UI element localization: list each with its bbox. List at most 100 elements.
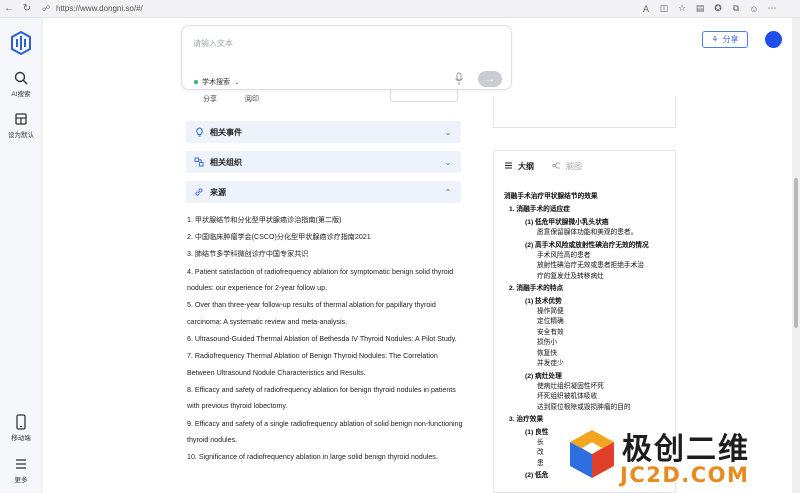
source-item[interactable]: 9. Efficacy and safety of a single radio… <box>187 416 463 449</box>
back-icon[interactable]: ← <box>0 0 18 18</box>
outline-line: (2) 病灶处理 <box>525 372 562 380</box>
outline-line: 手术风险高的患者 <box>537 252 591 260</box>
right-panel-top <box>493 96 676 128</box>
outline-line: 使病灶组织凝固性坏死 <box>537 382 604 390</box>
split-screen-icon[interactable]: ◫ <box>656 1 672 17</box>
accordion-related-events[interactable]: 相关事件 ⌄ <box>186 121 461 143</box>
accordion-label: 来源 <box>210 187 226 197</box>
app-logo-icon[interactable] <box>10 31 32 55</box>
scrollbar-thumb[interactable] <box>794 178 798 328</box>
collections-icon[interactable]: ⧉ <box>728 1 744 17</box>
tab-mindmap[interactable]: 脑图 <box>552 161 582 172</box>
accordion-related-orgs[interactable]: 相关组织 ⌄ <box>186 151 461 173</box>
sidebar-item-label: AI搜索 <box>11 91 31 98</box>
send-button[interactable]: → <box>478 71 502 87</box>
outline-line: 恢复快 <box>537 349 558 357</box>
share-label: 分享 <box>722 35 739 44</box>
profile-icon[interactable]: ☺ <box>746 1 762 17</box>
link-icon <box>194 187 204 197</box>
accordion-label: 相关组织 <box>210 157 242 167</box>
address-bar[interactable]: ☍ https://www.dongni.so/#/ <box>42 2 632 16</box>
source-item[interactable]: 5. Over than three-year follow-up result… <box>187 297 463 330</box>
accordion-label: 相关事件 <box>210 127 242 137</box>
source-item[interactable]: 1. 甲状腺结节和分化型甲状腺癌诊治指南(第二版) <box>187 212 463 229</box>
outline-line: 操作简便 <box>537 308 564 316</box>
chevron-down-icon: ⌄ <box>234 79 240 86</box>
sidebar-item-label: 设为默认 <box>8 132 34 139</box>
sidebar-item-ai-search[interactable]: AI搜索 <box>0 70 42 98</box>
favorite-star-icon[interactable]: ☆ <box>674 1 690 17</box>
menu-icon <box>13 456 29 472</box>
sources-list: 1. 甲状腺结节和分化型甲状腺癌诊治指南(第二版) 2. 中国临床肿瘤学会(CS… <box>187 212 463 466</box>
outline-line: (1) 低危甲状腺微小乳头状癌 <box>525 218 609 226</box>
more-icon[interactable]: ⋯ <box>764 1 780 17</box>
outline-line: (1) 技术优势 <box>525 297 562 305</box>
url-text: https://www.dongni.so/#/ <box>56 4 143 13</box>
print-action[interactable]: 阅印 <box>245 94 259 104</box>
search-icon <box>13 70 29 86</box>
sidebar-item-label: 移动端 <box>11 435 31 442</box>
source-item[interactable]: 7. Radiofrequency Thermal Ablation of Be… <box>187 348 463 381</box>
action-row: 分享 阅印 <box>203 94 259 104</box>
watermark-title: 极创二维 <box>622 432 750 467</box>
favorites-icon[interactable]: ✪ <box>710 1 726 17</box>
outline-line: 坏死组织被机体吸收 <box>537 393 598 401</box>
avatar[interactable] <box>765 31 782 48</box>
outline-line: 疗的复发灶及转移病灶 <box>537 272 604 280</box>
outline-tabs: 大纲 脑图 <box>504 161 582 172</box>
mindmap-icon <box>552 161 561 172</box>
org-icon <box>194 157 204 167</box>
search-input[interactable]: 请输入文本 <box>193 38 233 49</box>
refresh-icon[interactable]: ↻ <box>18 0 36 18</box>
lightbulb-icon <box>194 127 204 137</box>
outline-line: 损伤小 <box>537 339 558 347</box>
cube-logo-icon <box>570 430 614 478</box>
tab-outline[interactable]: 大纲 <box>504 161 534 172</box>
lock-icon: ☍ <box>42 4 51 13</box>
phone-icon <box>13 414 29 430</box>
share-action[interactable]: 分享 <box>203 94 217 104</box>
search-card: 请输入文本 学术搜索 ⌄ → <box>181 25 512 90</box>
main-content: 分享 阅印 请输入文本 学术搜索 ⌄ → ⚘ 分享 相关事件 ⌄ 相关组织 ⌄ … <box>43 18 792 493</box>
sidebar-item-mobile[interactable]: 移动端 <box>0 414 42 442</box>
sidebar-item-more[interactable]: 更多 <box>0 456 42 484</box>
outline-line: 愿意保留腺体功能和美观的患者。 <box>537 229 638 237</box>
watermark-site: JC2D.COM <box>620 463 750 487</box>
source-item[interactable]: 3. 肺结节多学科微创诊疗中国专家共识 <box>187 246 463 263</box>
outline-line: 并发症少 <box>537 360 564 368</box>
arrow-right-icon: → <box>485 73 495 85</box>
outline-line: (2) 高手术风险或放射性碘治疗无效的情况 <box>525 241 649 249</box>
browser-toolbar: ← ↻ ☍ https://www.dongni.so/#/ A ◫ ☆ ▤ ✪… <box>0 0 800 18</box>
mode-status-dot <box>194 80 198 84</box>
source-item[interactable]: 4. Patient satisfaction of radiofrequenc… <box>187 264 463 297</box>
watermark-logo: 极创二维 JC2D.COM <box>560 420 800 493</box>
page-scrollbar[interactable] <box>792 18 800 493</box>
source-item[interactable]: 10. Significance of radiofrequency ablat… <box>187 449 463 466</box>
outline-line: 安全有效 <box>537 328 564 336</box>
outline-line: 定位精确 <box>537 318 564 326</box>
tab-label: 大纲 <box>518 162 534 171</box>
left-sidebar: AI搜索 设为默认 移动端 更多 <box>0 18 42 493</box>
sidebar-item-label: 更多 <box>14 477 28 484</box>
action-box[interactable] <box>390 88 458 102</box>
pin-icon <box>13 111 29 127</box>
sidebar-item-set-default[interactable]: 设为默认 <box>0 111 42 139</box>
chevron-down-icon: ⌄ <box>444 157 452 167</box>
tab-actions-icon[interactable]: ▤ <box>692 1 708 17</box>
outline-line: 达到原位根除或毁损肿瘤的目的 <box>537 403 631 411</box>
outline-line: 放射性碘治疗无效或患者拒绝手术治 <box>537 262 644 270</box>
chevron-up-icon: ⌃ <box>444 187 452 197</box>
outline-line: 消融手术治疗甲状腺结节的效果 <box>504 193 598 200</box>
read-aloud-icon[interactable]: A <box>638 1 654 17</box>
source-item[interactable]: 2. 中国临床肿瘤学会(CSCO)分化型甲状腺癌诊疗指南2021 <box>187 229 463 246</box>
source-item[interactable]: 8. Efficacy and safety of radiofrequency… <box>187 382 463 415</box>
microphone-icon[interactable] <box>454 72 464 86</box>
share-button[interactable]: ⚘ 分享 <box>702 31 748 48</box>
outline-icon <box>504 161 513 172</box>
search-mode-select[interactable]: 学术搜索 ⌄ <box>194 77 240 87</box>
share-icon: ⚘ <box>711 35 719 44</box>
source-item[interactable]: 6. Ultrasound-Guided Thermal Ablation of… <box>187 331 463 348</box>
accordion-sources[interactable]: 来源 ⌃ <box>186 181 461 203</box>
search-mode-label: 学术搜索 <box>202 79 230 86</box>
tab-label: 脑图 <box>566 162 582 171</box>
